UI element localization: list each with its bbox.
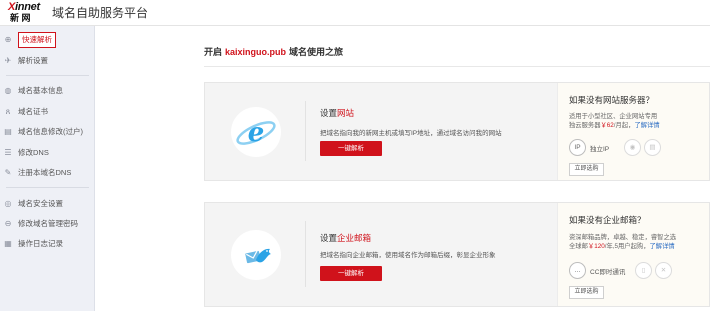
logo-wordmark-rest: innet (15, 1, 40, 13)
sidebar-item-label: 域名安全设置 (18, 199, 63, 208)
promo-desc-suffix: /月起， (613, 122, 635, 129)
title-highlight: 企业邮箱 (337, 233, 372, 243)
email-promo-panel: 如果没有企业邮箱？ 资深邮箱品牌，卓越、稳定，睿智之选 全球邮￥120/年,5用… (557, 203, 709, 306)
sidebar-item-modify-dns[interactable]: ☰ 修改DNS (0, 144, 95, 162)
chat-icon: … (569, 262, 586, 279)
phone-feature-icon: ▯ (635, 262, 652, 279)
buy-email-button[interactable]: 立即选购 (569, 286, 604, 299)
sidebar-item-resolve-settings[interactable]: ✈ 解析设置 (0, 52, 95, 70)
email-setup-card: 设置企业邮箱 把域名指向企业邮箱，使用域名作为邮箱后缀，彰显企业形象 一键解析 … (204, 202, 710, 307)
sidebar: ⊕ 快速解析 ✈ 解析设置 ◍ 域名基本信息 ጸ 域名证书 ▤ 域名信息修改(过… (0, 26, 95, 311)
log-icon: ▦ (4, 239, 12, 248)
logo-chinese: 新 网 (10, 13, 31, 23)
sidebar-item-label: 解析设置 (18, 56, 48, 65)
email-quick-resolve-button[interactable]: 一键解析 (320, 266, 382, 281)
feature-label: CC即时通讯 (590, 269, 626, 276)
ie-browser-icon: e (231, 107, 281, 157)
sidebar-item-domain-transfer[interactable]: ▤ 域名信息修改(过户) (0, 123, 95, 141)
sidebar-item-security-settings[interactable]: ◎ 域名安全设置 (0, 195, 95, 213)
sidebar-item-label: 快速解析 (18, 32, 56, 48)
title-prefix: 设置 (320, 108, 338, 118)
main-content: 开启 kaixinguo.pub 域名使用之旅 e 设置网站 把域名指向我的新网主机… (95, 26, 710, 311)
server-promo-title: 如果没有网站服务器？ (569, 95, 655, 105)
sidebar-divider (6, 187, 89, 188)
doc-feature-icon: ▤ (644, 139, 661, 156)
promo-desc-line2: 全球邮 (569, 243, 588, 250)
id-card-icon: ▤ (4, 127, 12, 136)
edit-icon: ✎ (4, 168, 12, 177)
email-setup-title: 设置企业邮箱 (320, 232, 371, 244)
website-setup-panel: e 设置网站 把域名指向我的新网主机或填写IP地址，通过域名访问我的网站 一键解… (205, 83, 557, 180)
email-setup-description: 把域名指向企业邮箱，使用域名作为邮箱后缀，彰显企业形象 (320, 252, 496, 259)
server-promo-panel: 如果没有网站服务器？ 适用于小型社区、企业网站专用 独云服务器￥62/月起，了解… (557, 83, 709, 180)
sidebar-item-register-dns[interactable]: ✎ 注册本域名DNS (0, 164, 95, 182)
domain-name: kaixinguo.pub (225, 47, 287, 57)
website-quick-resolve-button[interactable]: 一键解析 (320, 141, 382, 156)
promo-desc-line2: 独云服务器 (569, 122, 601, 129)
sidebar-item-domain-certificate[interactable]: ጸ 域名证书 (0, 103, 95, 121)
buy-server-button[interactable]: 立即选购 (569, 163, 604, 176)
title-highlight: 网站 (337, 108, 355, 118)
svg-text:e: e (248, 118, 265, 148)
sidebar-item-operation-log[interactable]: ▦ 操作日志记录 (0, 235, 95, 253)
intro-divider (204, 66, 710, 67)
email-promo-description: 资深邮箱品牌，卓越、稳定，睿智之选 全球邮￥120/年,5用户起购，了解详情 (569, 233, 709, 251)
sidebar-item-label: 域名基本信息 (18, 86, 63, 95)
email-promo-title: 如果没有企业邮箱？ (569, 215, 646, 225)
sidebar-item-domain-info[interactable]: ◍ 域名基本信息 (0, 82, 95, 100)
promo-price: ￥120 (587, 243, 605, 250)
bird-mail-icon (231, 230, 281, 280)
sidebar-item-label: 域名信息修改(过户) (18, 127, 83, 136)
learn-more-link[interactable]: 了解详情 (650, 243, 675, 250)
card-divider (305, 101, 306, 161)
promo-desc-suffix: /年,5用户起购， (604, 243, 650, 250)
platform-title: 域名自助服务平台 (52, 6, 149, 20)
page-intro: 开启 kaixinguo.pub 域名使用之旅 (204, 45, 343, 58)
website-setup-title: 设置网站 (320, 107, 354, 119)
ip-icon: IP (569, 139, 586, 156)
promo-desc-line1: 适用于小型社区、企业网站专用 (569, 113, 658, 120)
feature-label: 独立IP (590, 146, 610, 153)
sidebar-item-label: 操作日志记录 (18, 239, 63, 248)
tools-feature-icon: ✕ (655, 262, 672, 279)
sidebar-item-label: 修改域名管理密码 (18, 219, 78, 228)
plane-icon: ✈ (4, 56, 12, 65)
learn-more-link[interactable]: 了解详情 (634, 122, 659, 129)
promo-desc-line1: 资深邮箱品牌，卓越、稳定，睿智之选 (569, 234, 677, 241)
globe-icon: ⊕ (4, 35, 12, 44)
logo-wordmark: Xinnet (8, 1, 40, 13)
xinnet-logo[interactable]: Xinnet 新 网 (8, 2, 40, 24)
title-prefix: 设置 (320, 233, 338, 243)
sidebar-item-quick-resolve[interactable]: ⊕ 快速解析 (0, 31, 95, 49)
website-setup-card: e 设置网站 把域名指向我的新网主机或填写IP地址，通过域名访问我的网站 一键解… (204, 82, 710, 181)
card-divider (305, 221, 306, 287)
sidebar-item-label: 修改DNS (18, 148, 49, 157)
sidebar-item-label: 注册本域名DNS (18, 168, 72, 177)
top-bar: Xinnet 新 网 域名自助服务平台 (0, 0, 710, 26)
intro-suffix: 域名使用之旅 (289, 47, 344, 57)
globe-icon: ◍ (4, 86, 12, 95)
shield-icon: ◎ (4, 199, 12, 208)
promo-price: ￥62 (600, 122, 614, 129)
sidebar-divider (6, 75, 89, 76)
sidebar-item-label: 域名证书 (18, 107, 48, 116)
website-setup-description: 把域名指向我的新网主机或填写IP地址，通过域名访问我的网站 (320, 130, 502, 137)
sidebar-item-change-password[interactable]: ⊖ 修改域名管理密码 (0, 215, 95, 233)
server-icon: ☰ (4, 148, 12, 157)
shield-feature-icon: ◉ (624, 139, 641, 156)
lock-icon: ⊖ (4, 219, 12, 228)
intro-prefix: 开启 (204, 47, 223, 57)
ribbon-icon: ጸ (5, 107, 11, 116)
server-promo-description: 适用于小型社区、企业网站专用 独云服务器￥62/月起，了解详情 (569, 112, 709, 130)
email-setup-panel: 设置企业邮箱 把域名指向企业邮箱，使用域名作为邮箱后缀，彰显企业形象 一键解析 (205, 203, 557, 306)
